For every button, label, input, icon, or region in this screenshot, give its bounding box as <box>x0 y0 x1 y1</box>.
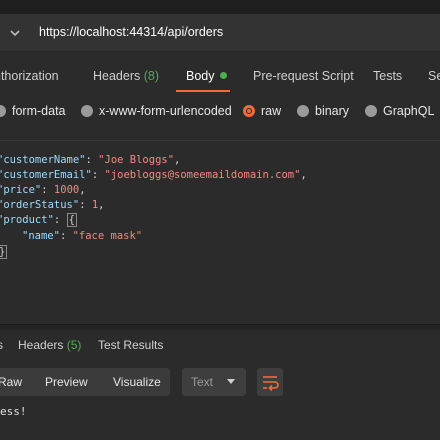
json-colon: : <box>79 199 92 211</box>
chevron-down-icon <box>227 379 235 384</box>
radio-urlencoded-label: x-www-form-urlencoded <box>99 104 232 118</box>
tab-settings[interactable]: Se <box>428 69 440 83</box>
window-top-strip <box>0 0 440 14</box>
json-brace-open: { <box>66 213 77 227</box>
radio-binary-label: binary <box>315 104 350 118</box>
editor-line: "name": "face mask" <box>22 229 142 244</box>
json-key: "price" <box>0 184 42 196</box>
radio-graphql-label: GraphQL <box>383 104 435 118</box>
radio-circle-icon <box>0 105 6 117</box>
json-brace-close: } <box>0 245 8 259</box>
response-view-switch: Raw Preview Visualize <box>0 368 170 396</box>
json-colon: : <box>41 184 54 196</box>
json-key: "product" <box>0 214 54 226</box>
radio-raw-label: raw <box>261 104 282 118</box>
tab-authorization[interactable]: uthorization <box>0 69 59 83</box>
editor-line: "orderStatus": 1, <box>0 198 105 213</box>
tab-body[interactable]: Body <box>186 69 227 83</box>
body-modified-dot-icon <box>219 72 227 79</box>
response-tab-body[interactable]: s <box>0 338 3 352</box>
radio-selected-icon <box>243 105 255 117</box>
response-body-text: ess! <box>0 405 27 418</box>
wrap-lines-button[interactable] <box>257 368 283 396</box>
view-visualize-button[interactable]: Visualize <box>113 375 161 389</box>
json-comma: , <box>300 169 307 181</box>
json-key: "customerName" <box>0 154 86 166</box>
view-preview-button[interactable]: Preview <box>45 375 88 389</box>
tab-prerequest-script[interactable]: Pre-request Script <box>253 69 354 83</box>
editor-line: } <box>0 245 8 260</box>
divider <box>0 140 440 141</box>
json-colon: : <box>91 169 105 181</box>
request-tabs: uthorization Headers (8) Body Pre-reques… <box>0 60 440 94</box>
body-type-selector: form-data x-www-form-urlencoded raw bina… <box>0 96 440 126</box>
json-comma: , <box>79 184 86 196</box>
view-raw-button[interactable]: Raw <box>0 375 22 389</box>
method-dropdown-icon[interactable] <box>9 27 21 39</box>
json-number: 1000 <box>53 184 80 196</box>
editor-line: "product": { <box>0 213 77 228</box>
radio-circle-icon <box>81 105 93 117</box>
radio-urlencoded[interactable]: x-www-form-urlencoded <box>81 104 232 118</box>
radio-graphql[interactable]: GraphQL <box>365 104 434 118</box>
json-string: "Joe Bloggs" <box>98 154 175 166</box>
response-tab-test-results[interactable]: Test Results <box>98 338 163 352</box>
response-tab-headers-count: (5) <box>66 338 82 352</box>
response-tab-headers[interactable]: Headers (5) <box>18 338 81 352</box>
response-toolbar: Raw Preview Visualize Text <box>0 368 440 398</box>
response-tab-headers-label: Headers <box>18 338 64 352</box>
tab-headers-label: Headers <box>93 69 141 83</box>
editor-line: "customerName": "Joe Bloggs", <box>0 153 180 168</box>
wrap-lines-icon <box>263 376 279 392</box>
editor-line: "customerEmail": "joebloggs@someemaildom… <box>0 168 307 183</box>
json-key: "orderStatus" <box>0 199 80 211</box>
json-string: "joebloggs@someemaildomain.com" <box>104 169 301 181</box>
pane-resize-handle[interactable] <box>0 324 440 330</box>
radio-binary[interactable]: binary <box>297 104 349 118</box>
editor-line: "price": 1000, <box>0 183 86 198</box>
response-tabs: s Headers (5) Test Results <box>0 334 440 360</box>
radio-raw[interactable]: raw <box>243 104 281 118</box>
active-tab-indicator <box>176 90 230 92</box>
tab-tests[interactable]: Tests <box>373 69 402 83</box>
request-url-input[interactable]: https://localhost:44314/api/orders <box>39 25 223 39</box>
radio-form-data[interactable]: form-data <box>0 104 66 118</box>
tab-body-label: Body <box>186 69 215 83</box>
json-key: "name" <box>22 230 60 242</box>
tab-headers-count: (8) <box>143 69 160 83</box>
format-dropdown[interactable]: Text <box>182 368 246 396</box>
radio-circle-icon <box>297 105 309 117</box>
json-key: "customerEmail" <box>0 169 92 181</box>
format-dropdown-value: Text <box>191 375 214 389</box>
radio-circle-icon <box>365 105 377 117</box>
json-comma: , <box>98 199 105 211</box>
url-bar: https://localhost:44314/api/orders <box>0 14 440 52</box>
json-comma: , <box>174 154 181 166</box>
json-colon: : <box>85 154 99 166</box>
tab-headers[interactable]: Headers (8) <box>93 69 159 83</box>
radio-form-data-label: form-data <box>12 104 66 118</box>
json-colon: : <box>59 230 73 242</box>
json-colon: : <box>53 214 67 226</box>
json-string: "face mask" <box>72 230 143 242</box>
